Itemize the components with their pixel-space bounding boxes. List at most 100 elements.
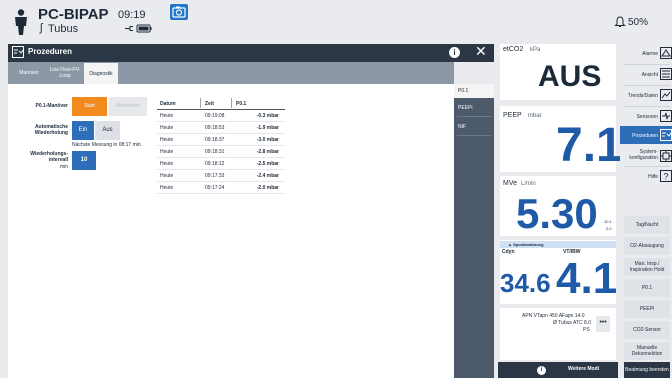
etco2-unit: kPa (530, 47, 541, 53)
vt-value: 4.1 (556, 254, 618, 303)
view-icon[interactable] (660, 68, 672, 80)
info-icon[interactable]: i (537, 366, 546, 375)
row-line (157, 145, 285, 146)
procedures-icon[interactable] (660, 129, 672, 141)
row-line (157, 133, 285, 134)
o2-suction-button[interactable]: O2-Absaugung (624, 237, 670, 255)
mve-limit-low: 2.0 (606, 226, 612, 231)
mode-info-1: APN VTapn 450 AFapn 14.0 (522, 313, 585, 319)
menu-item-trends[interactable]: Trends/Daten (620, 93, 658, 99)
tab-low-flow[interactable]: Low Flow-PV-Loop (48, 64, 82, 82)
cell-time: 09:17:33 (205, 173, 225, 179)
day-night-button[interactable]: Tag/Nacht (624, 216, 670, 234)
peep-value: 7.1 (556, 119, 623, 172)
cell-date: Heute (160, 137, 174, 143)
manual-insp-button[interactable]: Man. Insp./ Inspiration Hold (624, 258, 670, 276)
menu-divider (624, 166, 670, 167)
interval-value[interactable]: 10 (72, 151, 96, 170)
cell-time: 09:18:12 (205, 161, 225, 167)
manual-disconnect-button[interactable]: Manuelle Dekonnektion (624, 342, 670, 360)
cell-date: Heute (160, 149, 174, 155)
mode-info-2: Ø Tubus ATC 8.0 (553, 320, 591, 326)
cell-date: Heute (160, 125, 174, 131)
plug-battery-icon (125, 24, 152, 33)
col-separator (231, 98, 232, 108)
procedures-icon (12, 46, 24, 58)
cell-date: Heute (160, 161, 174, 167)
tube-icon: ʃ (40, 22, 43, 34)
col-p01: P0.1 (236, 101, 247, 107)
cell-time: 09:18:31 (205, 149, 225, 155)
cell-time: 09:18:37 (205, 137, 225, 143)
p01-button[interactable]: P0.1 (624, 279, 670, 297)
dialog-title: Prozeduren (28, 47, 73, 56)
menu-divider (624, 64, 670, 65)
info-icon[interactable]: i (449, 47, 460, 58)
alarm-volume[interactable]: 50% (628, 17, 648, 28)
bell-icon[interactable] (614, 16, 626, 28)
side-item-nif[interactable]: NIF (458, 124, 466, 130)
ventilation-mode[interactable]: PC-BIPAP (38, 6, 109, 23)
menu-item-sensoren[interactable]: Sensoren (620, 114, 658, 120)
close-icon[interactable]: ✕ (475, 44, 487, 58)
menu-divider (624, 106, 670, 107)
mode-info-3: PS (583, 327, 590, 333)
bottom-bar (498, 362, 618, 378)
auto-repeat-label: Automatische Wiederholung (34, 124, 68, 136)
side-item-peepi[interactable]: PEEPi (458, 105, 472, 111)
spont-label: Spontanatmung (513, 242, 544, 247)
end-ventilation-button[interactable]: Beatmung beenden (624, 362, 670, 378)
maneuver-label: P0.1-Manöver (35, 103, 68, 109)
start-button[interactable]: Start (72, 97, 107, 116)
menu-item-system[interactable]: System-konfiguration (620, 149, 658, 161)
cell-time: 09:17:24 (205, 185, 225, 191)
cell-time: 09:19:08 (205, 113, 225, 119)
screenshot-button[interactable] (170, 4, 188, 20)
peepi-button[interactable]: PEEPi (624, 300, 670, 318)
co2-sensor-button[interactable]: CO2-Sensor (624, 321, 670, 339)
tab-manoever[interactable]: Manöver (12, 64, 46, 82)
alarm-limits-icon[interactable] (660, 47, 672, 59)
peep-label: PEEP (503, 112, 522, 119)
mve-limit-high: 10.1 (604, 219, 612, 224)
spont-banner: ▲ Spontanatmung (500, 241, 616, 248)
camera-icon (172, 6, 186, 18)
cell-value: -2.8 mbar (256, 149, 279, 155)
cell-date: Heute (160, 173, 174, 179)
mve-value: 5.30 (516, 190, 598, 237)
more-button[interactable]: ••• (596, 316, 610, 332)
row-line (157, 169, 285, 170)
help-icon[interactable]: ? (660, 170, 672, 182)
next-measurement: Nächste Messung in 08:17 min. (72, 142, 143, 148)
cdyn-label: Cdyn (502, 249, 515, 255)
system-config-icon[interactable] (660, 150, 672, 162)
person-icon (15, 9, 27, 35)
trends-icon[interactable] (660, 89, 672, 101)
interval-unit: min (59, 164, 68, 170)
menu-item-hilfe[interactable]: Hilfe (620, 174, 658, 180)
mve-label: MVe (503, 180, 518, 187)
sensor-icon[interactable] (660, 110, 672, 122)
svg-text:?: ? (663, 172, 668, 182)
cell-value: -0.3 mbar (256, 113, 279, 119)
menu-item-alarme[interactable]: Alarme (620, 51, 658, 57)
row-line (157, 157, 285, 158)
side-item-p01[interactable]: P0.1 (458, 88, 468, 94)
repeat-on-button[interactable]: Ein (72, 121, 94, 140)
repeat-off-button[interactable]: Aus (95, 121, 120, 140)
side-divider (457, 135, 491, 136)
more-modes-button[interactable]: Weitere Modi (568, 366, 599, 372)
table-header-line (157, 109, 285, 110)
cell-value: -3.0 mbar (256, 137, 279, 143)
cell-date: Heute (160, 113, 174, 119)
tube-type[interactable]: Tubus (48, 23, 78, 35)
abort-button[interactable]: Abbrechen (109, 97, 147, 116)
menu-item-ansicht[interactable]: Ansicht (620, 72, 658, 78)
side-divider (457, 116, 491, 117)
menu-item-prozeduren[interactable]: Prozeduren (620, 133, 658, 139)
tab-diagnostik[interactable]: Diagnostik (84, 63, 118, 84)
col-date: Datum (160, 101, 176, 107)
col-time: Zeit (205, 101, 214, 107)
row-line (157, 121, 285, 122)
interval-label: Wiederholungs- intervall (30, 151, 68, 163)
